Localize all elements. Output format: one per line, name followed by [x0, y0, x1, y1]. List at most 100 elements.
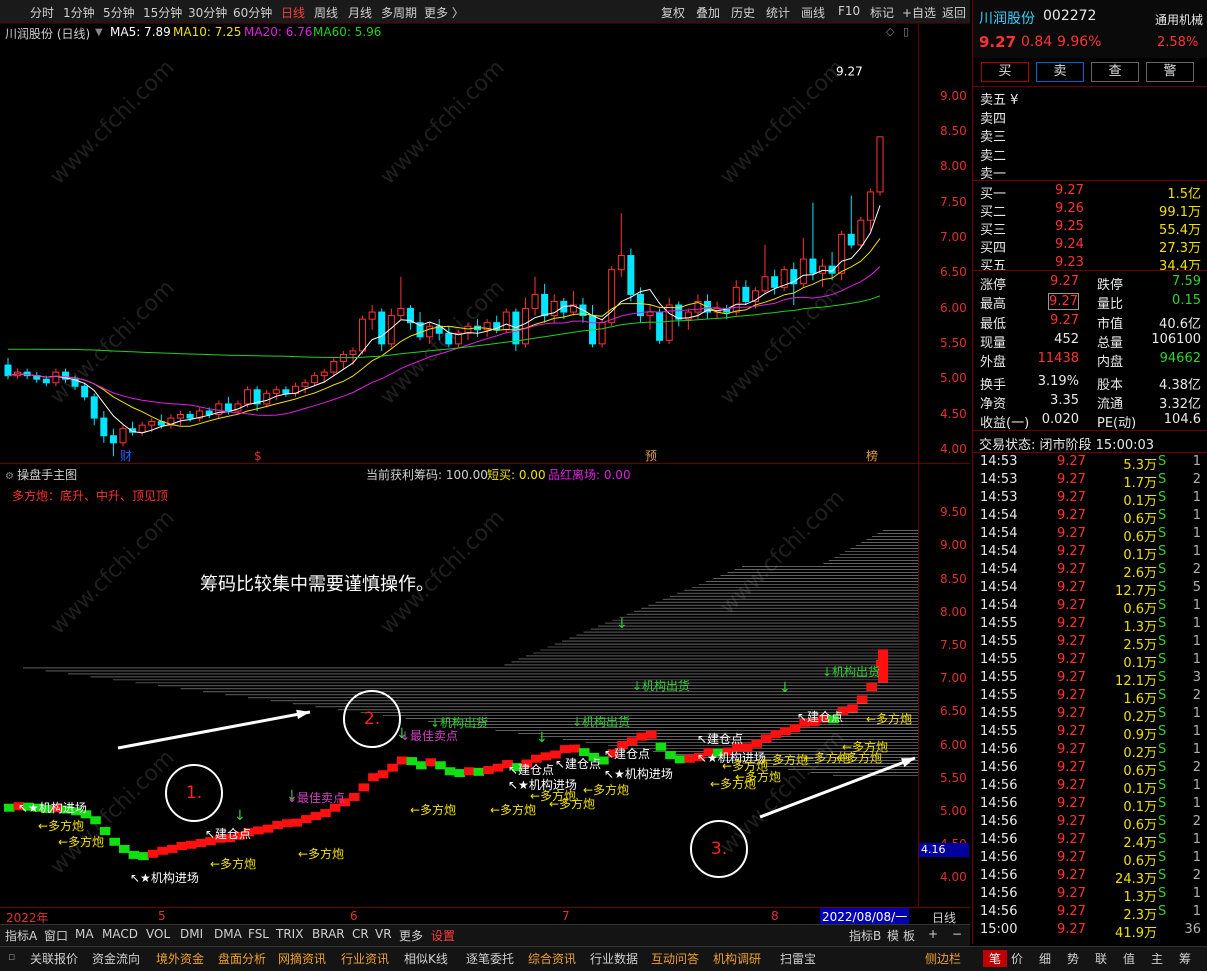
trend-block [166, 844, 178, 853]
indicator-tab[interactable]: MACD [102, 927, 138, 941]
toolbar-button[interactable]: 画线 [801, 4, 825, 21]
bottom-right-tab[interactable]: 笔 [983, 950, 1008, 967]
bottom-tab[interactable]: 盘面分析 [218, 950, 266, 967]
diamond-icon[interactable]: ◇ [886, 25, 894, 38]
query-button[interactable]: 查 [1091, 62, 1139, 82]
trend-block [540, 752, 552, 761]
indicator-tab[interactable]: CR [352, 927, 369, 941]
period-tab[interactable]: 1分钟 [63, 4, 95, 21]
y-tick-label: 6.50 [940, 265, 967, 280]
indicator-tab[interactable]: BRAR [312, 927, 345, 941]
period-tab-active[interactable]: 日线 [281, 4, 305, 21]
tick-side: S [1158, 472, 1167, 487]
indicator-tab[interactable]: VOL [146, 927, 170, 941]
toolbar-button[interactable]: 标记 [870, 4, 894, 21]
period-tab[interactable]: 60分钟 [233, 4, 272, 21]
indicator-tab[interactable]: MA [75, 927, 94, 941]
tick-time: 14:56 [980, 742, 1018, 757]
tick-side: S [1158, 868, 1167, 883]
tick-volume: 1.3万 [1123, 890, 1157, 905]
bottom-right-tab[interactable]: 值 [1123, 950, 1135, 967]
toolbar-button[interactable]: 统计 [766, 4, 790, 21]
tick-side: S [1158, 526, 1167, 541]
sell-button[interactable]: 卖 [1036, 62, 1084, 82]
stat-label: 净资 [980, 396, 1007, 412]
event-marker[interactable]: 财 [120, 449, 132, 463]
y-tick-label: 6.00 [940, 300, 967, 315]
bottom-tab[interactable]: 境外资金 [156, 950, 204, 967]
indicator-tab[interactable]: 模 [887, 927, 899, 944]
bottom-tab[interactable]: 行业资讯 [341, 950, 389, 967]
indicator-tab[interactable]: 板 [903, 927, 915, 944]
period-tab[interactable]: 月线 [348, 4, 372, 21]
indicator-tab[interactable]: TRIX [276, 927, 303, 941]
stat-value: 9.27 [1048, 293, 1079, 311]
indicator-tab[interactable]: VR [375, 927, 392, 941]
window-icon[interactable]: ▯ [903, 25, 909, 38]
bottom-right-tab[interactable]: 势 [1067, 950, 1079, 967]
trend-block [396, 756, 408, 765]
industry-tag[interactable]: 通用机械 [1155, 11, 1203, 28]
period-tab[interactable]: 5分钟 [103, 4, 135, 21]
tick-time: 14:54 [980, 580, 1018, 595]
toolbar-button[interactable]: +自选 [902, 4, 936, 21]
period-tab[interactable]: 15分钟 [143, 4, 182, 21]
buy-button[interactable]: 买 [981, 62, 1029, 82]
indicator-tab[interactable]: 更多 [399, 927, 423, 944]
period-tab[interactable]: 分时 [30, 4, 54, 21]
period-tab[interactable]: 30分钟 [188, 4, 227, 21]
y-tick-label: 9.00 [940, 538, 967, 553]
bottom-tab[interactable]: 资金流向 [92, 950, 140, 967]
period-tab[interactable]: 多周期 [381, 4, 417, 21]
indicator-tab[interactable]: + [928, 927, 938, 941]
indicator-tab[interactable]: 指标A [5, 927, 37, 944]
indicator-tab[interactable]: DMI [180, 927, 203, 941]
candle [780, 266, 788, 291]
toolbar-button[interactable]: 复权 [661, 4, 685, 21]
period-tab[interactable]: 更多 〉 [424, 4, 464, 21]
x-tick-label: 8 [771, 909, 779, 923]
event-marker[interactable]: $ [254, 449, 262, 463]
indicator-tab[interactable]: 窗口 [44, 927, 68, 944]
candle [406, 305, 414, 330]
indicator-tab[interactable]: − [952, 927, 962, 941]
bottom-tab[interactable]: 相似K线 [404, 950, 448, 967]
period-tab[interactable]: 周线 [314, 4, 338, 21]
toolbar-button[interactable]: 返回 [942, 4, 966, 21]
candle [608, 266, 616, 327]
bottom-tab[interactable]: 扫雷宝 [780, 950, 816, 967]
bottom-tab[interactable]: 综合资讯 [528, 950, 576, 967]
chevron-down-icon[interactable]: ▼ [95, 27, 103, 38]
toolbar-button[interactable]: 叠加 [696, 4, 720, 21]
bottom-tab[interactable]: 网摘资讯 [278, 950, 326, 967]
annotation-label: ←多方炮 [410, 803, 457, 817]
bottom-tab[interactable]: 逐笔委托 [466, 950, 514, 967]
alert-button[interactable]: 警 [1146, 62, 1194, 82]
indicator-tab[interactable]: 设置 [431, 927, 455, 944]
toolbar-button[interactable]: 历史 [731, 4, 755, 21]
tick-volume: 2.5万 [1123, 638, 1157, 653]
square-icon[interactable]: ▫ [8, 950, 15, 963]
event-marker[interactable]: 榜 [866, 448, 878, 463]
bottom-right-tab[interactable]: 联 [1095, 950, 1107, 967]
trend-block [186, 840, 197, 849]
tick-price: 9.27 [1057, 634, 1086, 649]
indicator-tab[interactable]: FSL [248, 927, 269, 941]
indicator-tab[interactable]: DMA [214, 927, 242, 941]
bottom-right-tab[interactable]: 筹 [1179, 950, 1191, 967]
bottom-right-tab[interactable]: 价 [1011, 950, 1023, 967]
indicator-tab[interactable]: 指标B [849, 927, 881, 944]
bottom-tab[interactable]: 行业数据 [590, 950, 638, 967]
bottom-right-tab[interactable]: 主 [1151, 950, 1163, 967]
bottom-right-tab[interactable]: 细 [1039, 950, 1051, 967]
candle [253, 386, 261, 411]
callout-circle: 1. [165, 764, 223, 822]
tick-price: 9.27 [1057, 706, 1086, 721]
tick-volume: 0.6万 [1123, 530, 1157, 545]
bottom-tab[interactable]: 互动问答 [651, 950, 699, 967]
event-marker[interactable]: 预 [645, 449, 657, 463]
bottom-tab[interactable]: 机构调研 [713, 950, 761, 967]
bottom-tab[interactable]: 侧边栏 [925, 950, 961, 967]
bottom-tab[interactable]: 关联报价 [30, 950, 78, 967]
toolbar-button[interactable]: F10 [838, 4, 860, 18]
